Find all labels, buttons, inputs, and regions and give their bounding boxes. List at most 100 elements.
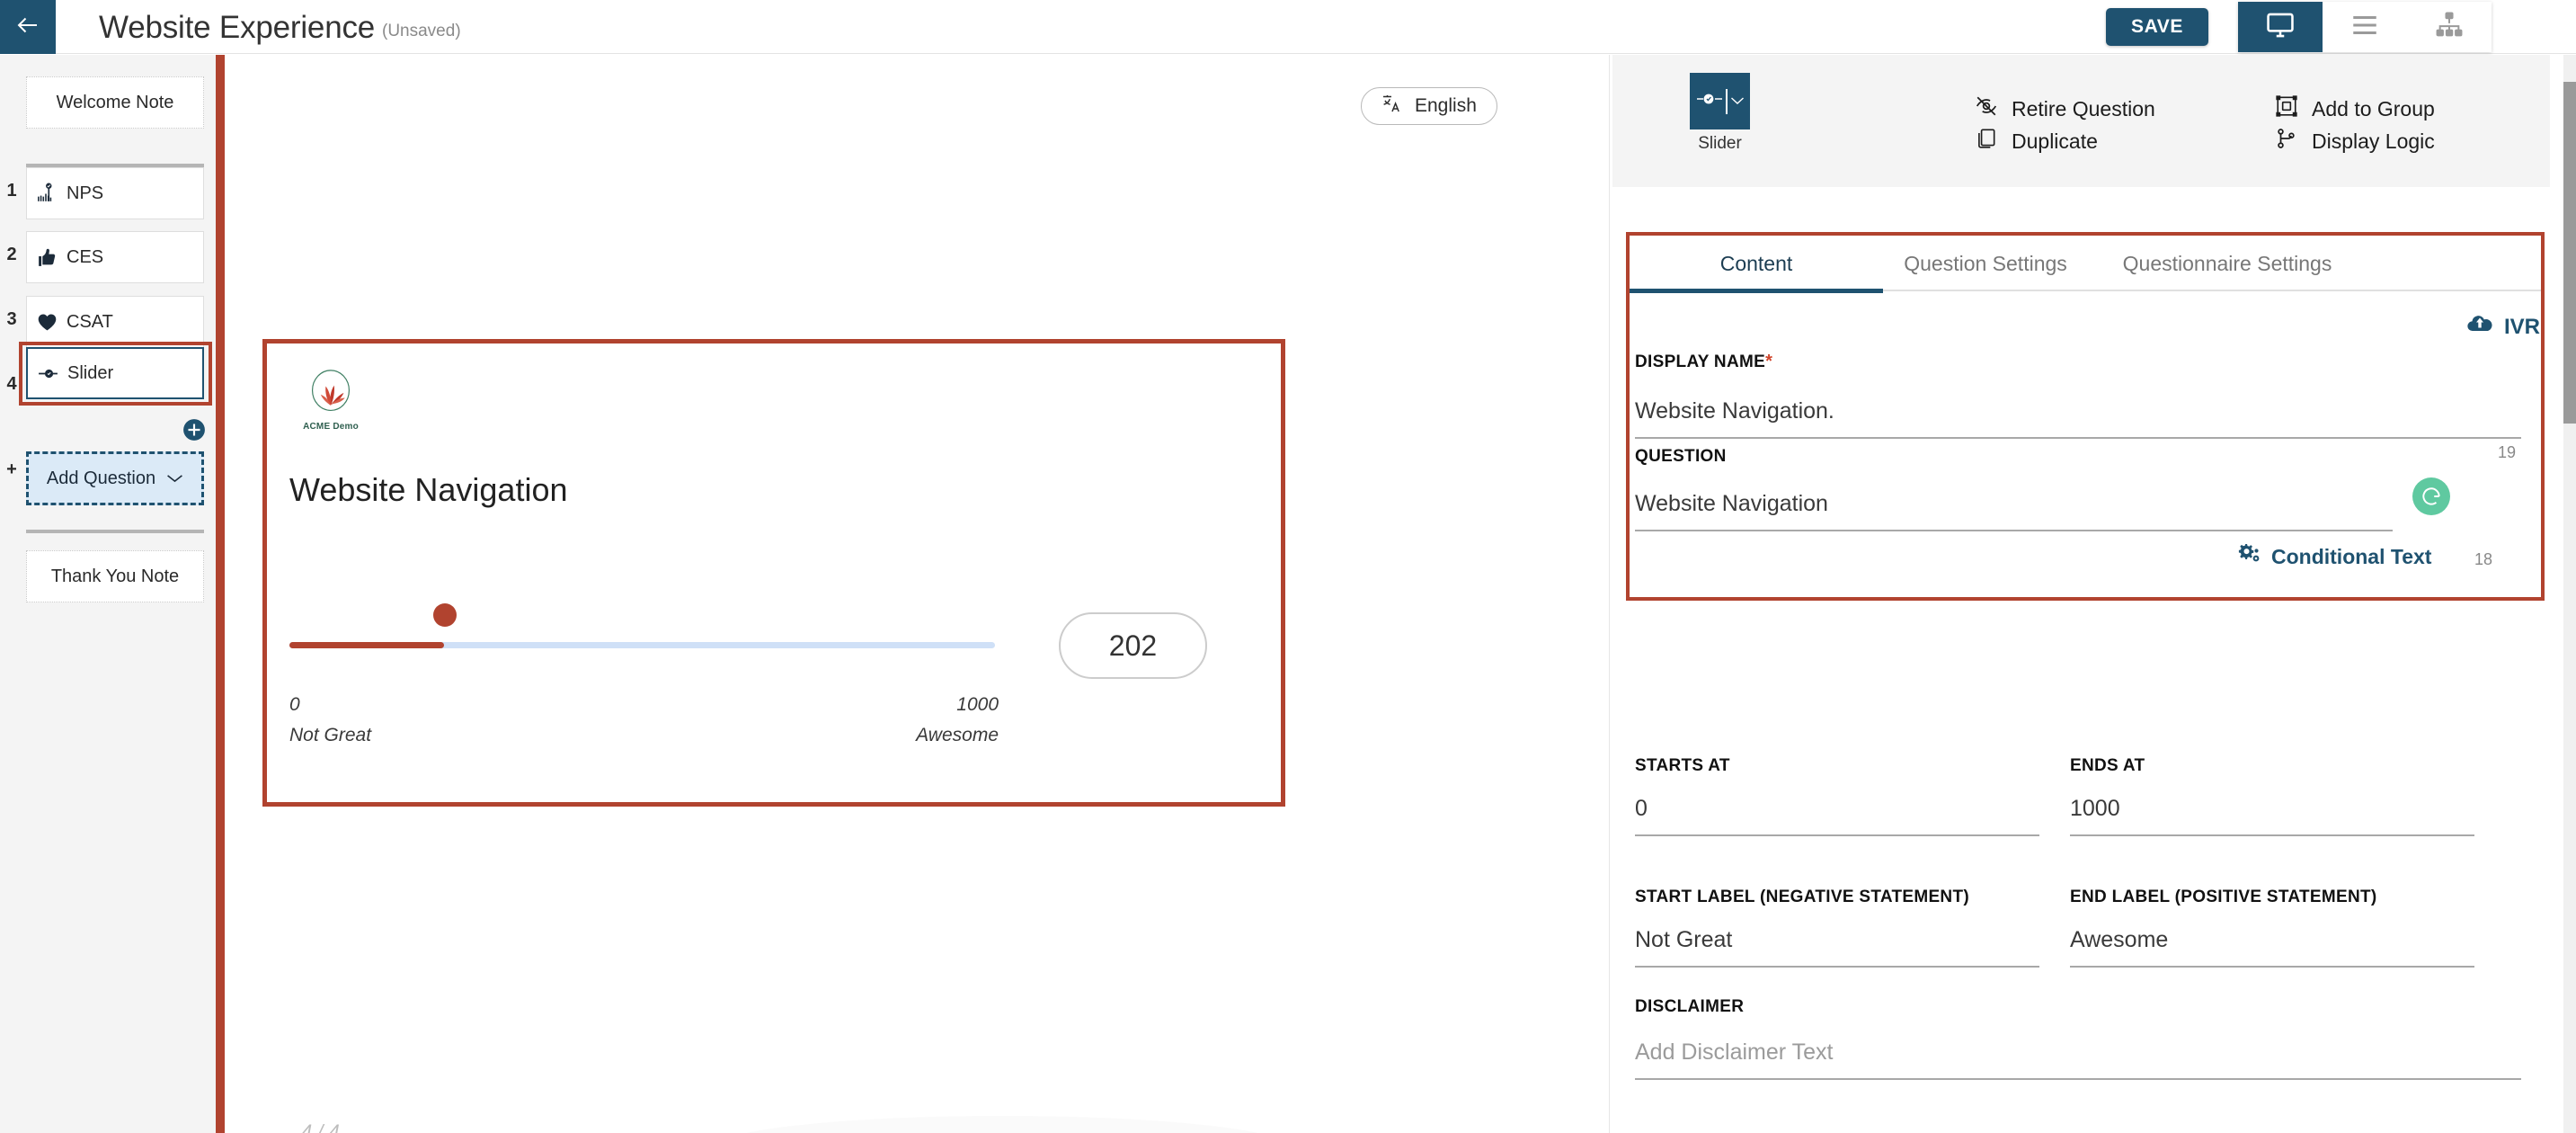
add-to-group-label: Add to Group — [2312, 96, 2435, 120]
sidebar-item-ces[interactable]: CES — [26, 231, 204, 283]
retire-question-label: Retire Question — [2012, 96, 2155, 120]
question-type-button[interactable] — [1690, 73, 1750, 129]
question-counter: 18 — [2474, 550, 2493, 568]
sidebar-item-welcome-note[interactable]: Welcome Note — [26, 76, 204, 129]
editor-toolbar: Slider Retire Question Add to Group Dupl… — [1612, 55, 2550, 187]
display-name-input[interactable] — [1635, 398, 2521, 439]
end-label-label: END LABEL (POSITIVE STATEMENT) — [2070, 888, 2377, 906]
translate-icon — [1381, 93, 1403, 120]
ivr-label: IVR — [2504, 314, 2541, 339]
preview-canvas: English ACME Demo Website Navigation 202… — [225, 55, 1609, 1133]
save-button[interactable]: SAVE — [2106, 8, 2208, 46]
copy-icon — [1975, 127, 1998, 156]
view-list[interactable] — [2323, 2, 2407, 52]
language-selector[interactable]: English — [1361, 87, 1497, 125]
top-bar: Website Experience (Unsaved) SAVE — [0, 0, 2576, 54]
slider-end-text: Awesome — [916, 725, 999, 745]
sidebar-item-label: Slider — [67, 362, 114, 383]
slider-start-text: Not Great — [289, 725, 372, 745]
tab-label: Content — [1719, 251, 1793, 275]
add-question-label: Add Question — [46, 468, 156, 488]
cloud-upload-icon — [2466, 313, 2493, 341]
start-label-label: START LABEL (NEGATIVE STATEMENT) — [1635, 888, 1969, 906]
editor-tabs: Content Question Settings Questionnaire … — [1630, 236, 2541, 293]
duplicate-label: Duplicate — [2012, 129, 2098, 153]
add-to-group-button[interactable]: Add to Group — [2275, 94, 2435, 123]
add-question-symbol: + — [6, 459, 17, 479]
slider-icon — [1696, 92, 1723, 111]
grammarly-icon[interactable] — [2412, 477, 2450, 515]
slider-scale-numbers: 0 1000 — [289, 694, 999, 716]
ivr-button[interactable]: IVR — [2466, 313, 2540, 341]
eye-slash-icon — [1975, 94, 1998, 123]
slider-thumb[interactable] — [433, 603, 457, 627]
add-question-button[interactable]: Add Question — [26, 451, 204, 505]
divider — [1725, 88, 1728, 114]
ends-at-label: ENDS AT — [2070, 756, 2145, 775]
preview-question-title: Website Navigation — [289, 471, 568, 508]
display-logic-label: Display Logic — [2312, 129, 2435, 153]
thank-you-note-label: Thank You Note — [50, 566, 180, 586]
sidebar-accent-strip — [216, 55, 225, 1133]
disclaimer-input[interactable] — [1635, 1039, 2521, 1080]
conditional-text-button[interactable]: Conditional Text — [2237, 542, 2431, 571]
sitemap-icon — [2434, 10, 2465, 45]
slider-icon — [28, 362, 67, 385]
language-label: English — [1415, 95, 1477, 116]
question-number: 2 — [6, 245, 17, 264]
save-status: (Unsaved) — [382, 22, 461, 40]
question-number: 3 — [6, 309, 17, 329]
branch-icon — [2275, 127, 2298, 156]
tab-question-settings[interactable]: Question Settings — [1883, 236, 2088, 291]
display-name-label: DISPLAY NAME* — [1635, 352, 1772, 372]
start-label-input[interactable] — [1635, 927, 2039, 968]
tab-label: Question Settings — [1904, 251, 2067, 275]
monitor-icon — [2265, 10, 2296, 45]
question-editor-panel: Slider Retire Question Add to Group Dupl… — [1609, 55, 2576, 1133]
ends-at-input[interactable] — [2070, 796, 2474, 836]
sidebar-item-csat[interactable]: CSAT — [26, 296, 204, 348]
slider-value-box: 202 — [1059, 612, 1207, 679]
slider-min-label: 0 — [289, 694, 300, 715]
sidebar-item-nps[interactable]: NPS — [26, 167, 204, 219]
question-sidebar: Welcome Note 1 NPS 2 CES 3 CSAT 4 Slider… — [0, 55, 223, 1133]
welcome-note-label: Welcome Note — [56, 92, 174, 112]
required-asterisk: * — [1765, 352, 1773, 371]
heart-icon — [27, 311, 67, 334]
question-preview-card: ACME Demo Website Navigation 202 0 1000 … — [262, 339, 1285, 807]
group-icon — [2275, 94, 2298, 123]
display-logic-button[interactable]: Display Logic — [2275, 127, 2435, 156]
view-flow[interactable] — [2407, 2, 2492, 52]
back-button[interactable] — [0, 0, 56, 54]
slider-max-label: 1000 — [956, 694, 999, 715]
view-switcher — [2238, 2, 2492, 52]
page-title: Website Experience — [99, 10, 376, 45]
preview-slider[interactable]: 202 — [289, 603, 1269, 684]
slider-track-fill — [289, 642, 444, 648]
end-label-input[interactable] — [2070, 927, 2474, 968]
sidebar-item-label: CSAT — [67, 311, 113, 332]
brand-logo-label: ACME Demo — [303, 422, 359, 432]
sidebar-item-slider[interactable]: Slider — [26, 347, 204, 399]
scrollbar-thumb[interactable] — [2563, 82, 2576, 424]
arrow-left-icon — [14, 12, 41, 43]
view-desktop-preview[interactable] — [2238, 2, 2323, 52]
question-type-label: Slider — [1698, 134, 1742, 153]
question-number: 1 — [6, 181, 17, 201]
question-input[interactable] — [1635, 491, 2393, 531]
tab-questionnaire-settings[interactable]: Questionnaire Settings — [2088, 236, 2367, 291]
duplicate-button[interactable]: Duplicate — [1975, 127, 2098, 156]
slider-track[interactable] — [289, 642, 995, 648]
starts-at-input[interactable] — [1635, 796, 2039, 836]
tab-content[interactable]: Content — [1630, 236, 1883, 293]
sidebar-item-thank-you-note[interactable]: Thank You Note — [26, 550, 204, 602]
panel-scrollbar[interactable] — [2563, 55, 2576, 1133]
chevron-down-icon — [166, 468, 183, 489]
disclaimer-label: DISCLAIMER — [1635, 997, 1745, 1016]
sidebar-divider-bottom — [26, 530, 204, 533]
add-question-plus-icon[interactable] — [182, 418, 206, 442]
retire-question-button[interactable]: Retire Question — [1975, 94, 2155, 123]
bar-chart-check-icon — [27, 183, 67, 205]
page-indicator: 4 / 4 — [301, 1120, 340, 1133]
chevron-down-icon — [1730, 94, 1745, 110]
